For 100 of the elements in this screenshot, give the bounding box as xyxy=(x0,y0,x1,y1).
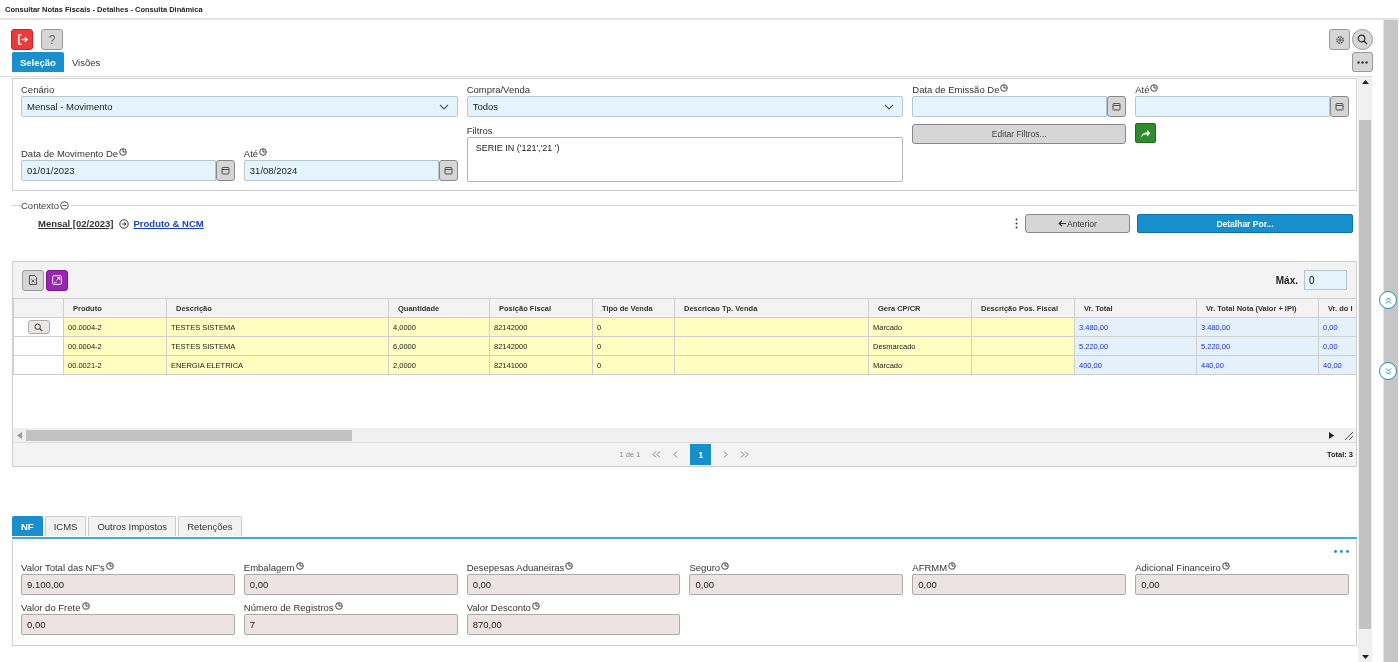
arrow-left-icon xyxy=(1058,220,1067,227)
chevron-down-icon xyxy=(884,103,895,110)
double-chevron-up-icon xyxy=(1384,296,1392,304)
detail-button[interactable]: Detalhar Por... xyxy=(1137,214,1353,233)
expand-icon xyxy=(52,275,62,285)
ellipsis-icon xyxy=(1357,60,1368,64)
exit-button[interactable] xyxy=(11,29,33,50)
scrollbar-thumb[interactable] xyxy=(26,429,352,441)
clock-icon xyxy=(531,602,540,610)
tab[interactable]: Retenções xyxy=(178,516,242,536)
tab[interactable]: NF xyxy=(12,516,43,536)
more-button[interactable] xyxy=(1352,52,1373,72)
tab[interactable]: ICMS xyxy=(44,516,87,536)
search-button[interactable] xyxy=(1352,29,1373,50)
readonly-field: 0,00 xyxy=(21,614,235,635)
field-label: Adicional Financeiro xyxy=(1135,562,1221,573)
clock-icon xyxy=(1150,84,1159,92)
field-label: Até xyxy=(243,148,259,159)
search-icon xyxy=(1357,34,1368,45)
dropdown[interactable]: Todos xyxy=(466,96,904,117)
clock-icon xyxy=(1221,562,1230,570)
clock-icon xyxy=(259,148,268,156)
clock-icon xyxy=(105,562,114,570)
context-path[interactable]: Mensal [02/2023] xyxy=(38,218,114,229)
tab[interactable]: Outros Impostos xyxy=(88,516,177,536)
previous-button[interactable]: Anterior xyxy=(1025,214,1130,233)
expand-button[interactable] xyxy=(46,269,68,291)
share-arrow-icon xyxy=(1140,128,1152,138)
field-label: Até xyxy=(1135,84,1150,95)
resize-grip-icon[interactable] xyxy=(1344,430,1353,440)
calendar-button[interactable] xyxy=(1107,96,1127,117)
ellipsis-icon[interactable] xyxy=(1334,549,1349,553)
scroll-up-icon[interactable] xyxy=(1361,80,1369,84)
readonly-field: 9.100,00 xyxy=(21,574,235,595)
readonly-field: 0,00 xyxy=(689,574,904,595)
clock-icon xyxy=(81,602,90,610)
readonly-field: 0,00 xyxy=(1135,574,1349,595)
kebab-icon[interactable] xyxy=(1015,218,1018,229)
filters-field[interactable]: SERIE IN ('121','21 ') xyxy=(466,137,904,182)
clock-icon xyxy=(721,562,730,570)
readonly-field: 0,00 xyxy=(243,574,458,595)
calendar-icon xyxy=(443,166,453,175)
document-icon xyxy=(29,275,37,285)
clock-icon xyxy=(334,602,343,610)
field-label: Desepesas Aduaneiras xyxy=(466,562,565,573)
field-label: Data de Movimento De xyxy=(21,148,119,159)
context-link[interactable]: Produto & NCM xyxy=(133,218,204,229)
scroll-right-icon[interactable] xyxy=(1329,431,1334,439)
search-icon xyxy=(34,322,43,332)
exit-icon xyxy=(16,34,28,45)
edit-filters-button[interactable]: Editar Filtros... xyxy=(912,124,1127,144)
readonly-field: 870,00 xyxy=(466,614,681,635)
context-legend: Contexto xyxy=(21,200,60,211)
field-label: Filtros xyxy=(466,125,493,136)
field-label: Cenário xyxy=(21,84,55,95)
field-label: Valor Total das NF's xyxy=(21,562,105,573)
calendar-icon xyxy=(1112,102,1122,111)
export-button[interactable] xyxy=(22,269,44,291)
settings-icon xyxy=(1334,34,1345,45)
clock-icon xyxy=(565,562,574,570)
clock-icon xyxy=(948,562,957,570)
vertical-scrollbar[interactable] xyxy=(1383,20,1398,662)
field-label: Embalagem xyxy=(243,562,295,573)
scroll-bottom-button[interactable] xyxy=(1379,362,1397,380)
page-button[interactable]: 1 xyxy=(690,444,712,465)
tab[interactable]: Seleção xyxy=(12,52,64,72)
field-label: AFRMM xyxy=(912,562,948,573)
field-label: Data de Emissão De xyxy=(912,84,1000,95)
date-field[interactable] xyxy=(912,96,1108,117)
readonly-field: 0,00 xyxy=(912,574,1127,595)
row-search-button[interactable] xyxy=(27,320,50,334)
arrow-circle-icon xyxy=(118,218,129,229)
max-field[interactable]: 0 xyxy=(1304,270,1347,290)
readonly-field: 0,00 xyxy=(466,574,681,595)
help-button[interactable]: ? xyxy=(41,29,63,50)
field-label: Seguro xyxy=(689,562,721,573)
tab[interactable]: Visões xyxy=(63,52,109,72)
max-label: Máx. xyxy=(1275,274,1298,286)
scroll-top-button[interactable] xyxy=(1379,291,1397,309)
field-label: Número de Registros xyxy=(243,602,334,613)
clock-icon xyxy=(1000,84,1009,92)
calendar-icon xyxy=(220,166,230,175)
vertical-scrollbar[interactable] xyxy=(1358,77,1372,662)
clock-icon xyxy=(119,148,128,156)
date-field[interactable]: 01/01/2023 xyxy=(21,160,216,181)
readonly-field: 7 xyxy=(243,614,458,635)
scroll-down-icon[interactable] xyxy=(1361,655,1369,659)
field-label: Valor do Frete xyxy=(21,602,81,613)
chevron-down-icon xyxy=(438,103,449,110)
apply-button[interactable] xyxy=(1135,123,1157,143)
field-label: Valor Desconto xyxy=(466,602,531,613)
dropdown[interactable]: Mensal - Movimento xyxy=(21,96,458,117)
calendar-icon xyxy=(1335,102,1344,111)
collapse-icon[interactable] xyxy=(60,201,70,210)
field-label: Compra/Venda xyxy=(466,84,531,95)
double-chevron-down-icon xyxy=(1384,367,1392,375)
date-field[interactable] xyxy=(1135,96,1330,117)
scrollbar-thumb[interactable] xyxy=(1359,120,1371,629)
clock-icon xyxy=(295,562,304,570)
date-field[interactable]: 31/08/2024 xyxy=(243,160,439,181)
